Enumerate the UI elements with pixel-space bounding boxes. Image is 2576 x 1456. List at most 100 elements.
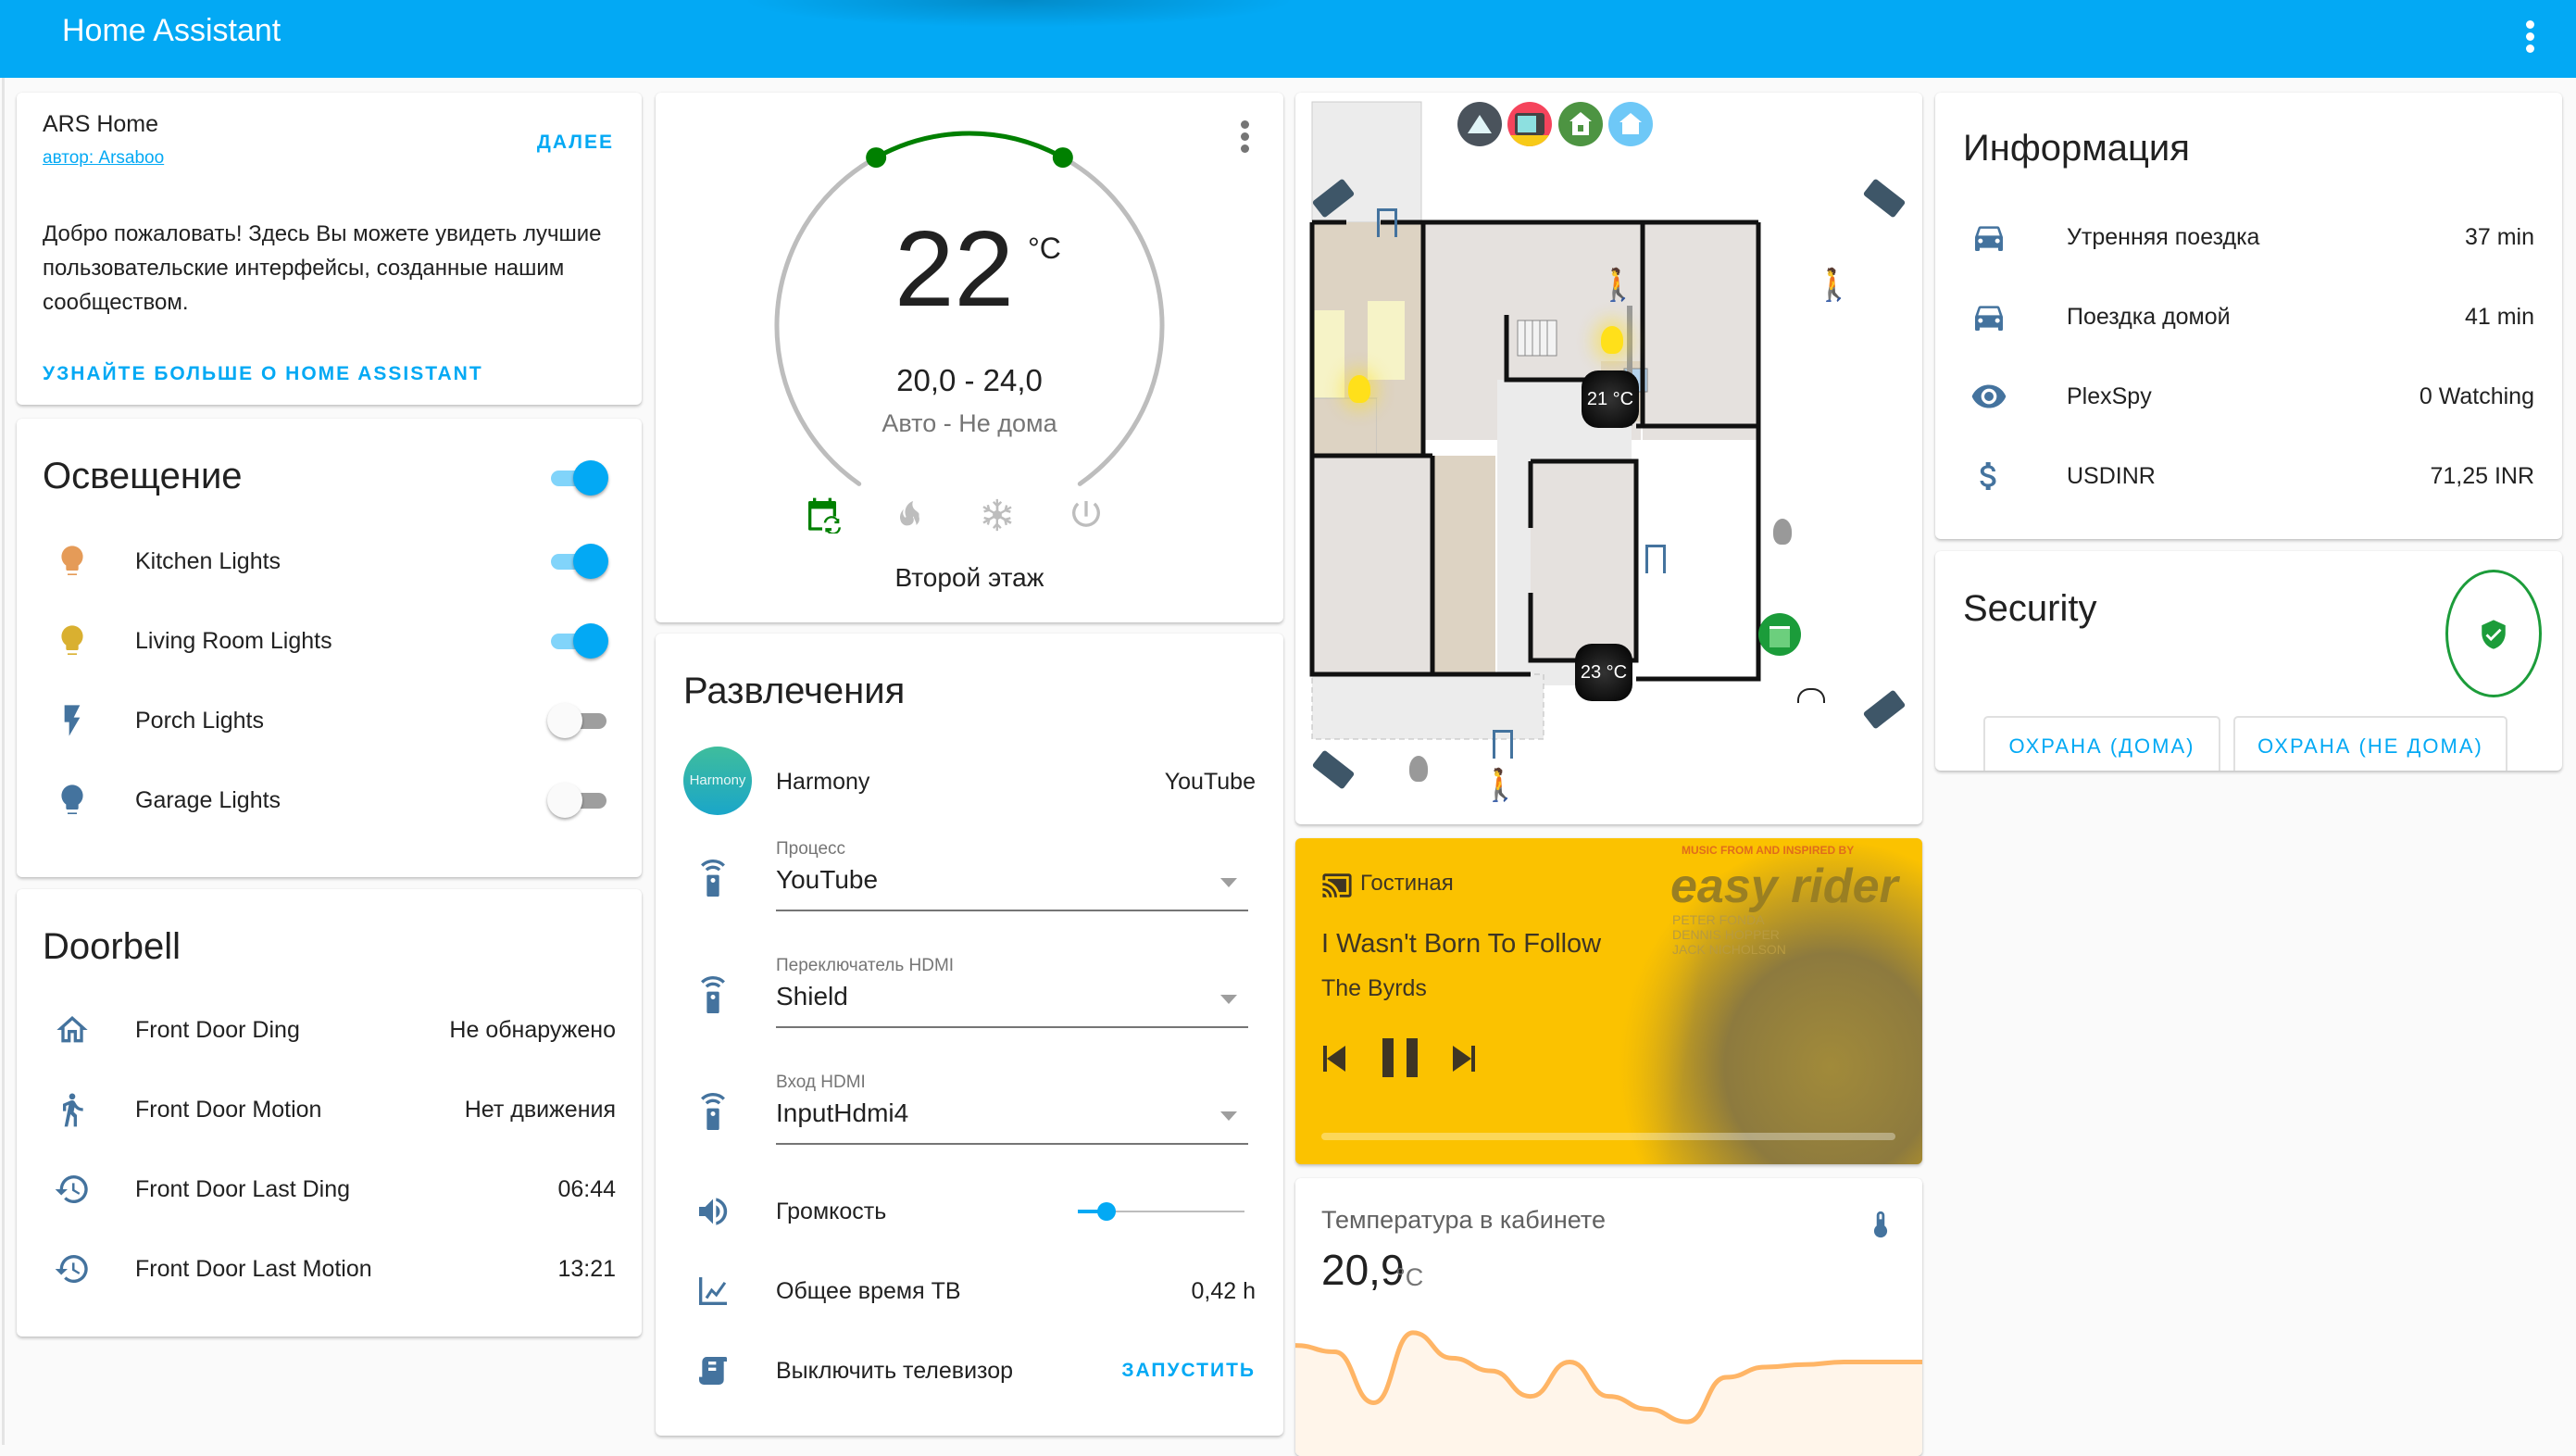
lightbulb-on-icon[interactable] — [1601, 326, 1623, 354]
alarm-state-badge[interactable] — [2445, 570, 2542, 697]
light-name: Kitchen Lights — [135, 548, 281, 574]
history-icon — [55, 1174, 88, 1203]
lock-open-home-icon[interactable] — [1558, 102, 1603, 146]
input-select[interactable]: Переключатель HDMI Shield — [776, 956, 1248, 1028]
light-row[interactable]: Porch Lights — [17, 693, 642, 748]
sensor-graph — [1295, 1330, 1922, 1456]
app-header: Home Assistant — [0, 0, 2576, 78]
walk-icon — [63, 1093, 83, 1127]
light-row[interactable]: Garage Lights — [17, 772, 642, 828]
select-label: Вход HDMI — [776, 1073, 866, 1092]
light-toggle[interactable] — [547, 622, 608, 659]
album-art: MUSIC FROM AND INSPIRED BY easy rider PE… — [1617, 838, 1922, 1164]
light-toggle[interactable] — [547, 702, 608, 739]
select-row: Переключатель HDMI Shield — [656, 956, 1283, 1030]
harmony-state: YouTube — [1164, 769, 1256, 795]
temperature-unit: °C — [1028, 232, 1061, 265]
power-icon[interactable] — [1068, 496, 1105, 533]
light-row[interactable]: Living Room Lights — [17, 613, 642, 669]
lights-master-toggle[interactable] — [547, 459, 608, 496]
walk-icon[interactable]: 🚶 — [1598, 267, 1637, 304]
thermostat-name: Второй этаж — [894, 563, 1044, 592]
media-player-card: MUSIC FROM AND INSPIRED BY easy rider PE… — [1295, 838, 1922, 1164]
doorbell-entity-state: Не обнаружено — [449, 1017, 616, 1043]
lightbulb-off-icon[interactable] — [1773, 519, 1792, 545]
next-button[interactable]: ДАЛЕЕ — [537, 132, 614, 154]
welcome-card: ARS Home автор: Arsaboo ДАЛЕЕ Добро пожа… — [17, 93, 642, 405]
doorbell-entity-state: 06:44 — [557, 1176, 616, 1202]
doorbell-row[interactable]: Front Door Ding Не обнаружено — [17, 1002, 642, 1058]
info-row[interactable]: PlexSpy 0 Watching — [1935, 369, 2562, 424]
fire-icon[interactable] — [892, 496, 929, 533]
learn-more-button[interactable]: УЗНАЙТЕ БОЛЬШЕ О HOME ASSISTANT — [43, 363, 483, 385]
info-row[interactable]: USDINR 71,25 INR — [1935, 448, 2562, 504]
info-title: Информация — [1963, 128, 2190, 169]
hvac-mode: Авто - Не дома — [882, 409, 1057, 437]
counter — [1312, 310, 1344, 403]
pantry — [1311, 397, 1378, 455]
skip-next-icon[interactable] — [1453, 1046, 1475, 1072]
arm-away-button[interactable]: ОХРАНА (НЕ ДОМА) — [2233, 716, 2507, 771]
cast-connected-icon[interactable] — [1321, 870, 1353, 901]
media-source: Гостиная — [1360, 871, 1454, 896]
door-icon[interactable] — [1493, 730, 1513, 759]
garage-icon[interactable] — [1758, 613, 1801, 656]
doorbell-entity-name: Front Door Ding — [135, 1017, 300, 1043]
target-range: 20,0 - 24,0 — [896, 363, 1043, 397]
home-outline-icon — [56, 1016, 88, 1043]
target-low-handle[interactable] — [866, 147, 887, 169]
input-select[interactable]: Процесс YouTube — [776, 839, 1248, 911]
lightbulb-off-icon[interactable] — [1409, 756, 1428, 782]
door-icon[interactable] — [1377, 208, 1397, 237]
home-wifi-icon[interactable] — [1608, 102, 1653, 146]
floorplan-card: 🚶 🚶 🚶 21 °C 23 °C — [1295, 93, 1922, 824]
volume-slider[interactable] — [1078, 1202, 1244, 1221]
tv-icon[interactable] — [1507, 102, 1552, 146]
doorbell-entity-name: Front Door Last Ding — [135, 1176, 351, 1202]
info-entity-name: Поездка домой — [2067, 304, 2231, 330]
arm-home-button[interactable]: ОХРАНА (ДОМА) — [1983, 716, 2220, 771]
track-artist: The Byrds — [1321, 975, 1427, 1001]
alexa-icon[interactable] — [1457, 102, 1502, 146]
pause-icon[interactable] — [1382, 1038, 1419, 1077]
thermostat-badge[interactable]: 23 °C — [1575, 644, 1632, 701]
walk-icon[interactable]: 🚶 — [1814, 267, 1853, 304]
office — [1312, 456, 1432, 673]
info-row[interactable]: Поездка домой 41 min — [1935, 289, 2562, 345]
thermostat-badge[interactable]: 21 °C — [1582, 370, 1639, 428]
harmony-avatar: Harmony — [683, 747, 752, 815]
author-link[interactable]: автор: Arsaboo — [43, 148, 164, 169]
walk-icon[interactable]: 🚶 — [1481, 767, 1519, 804]
calendar-sync-icon[interactable] — [804, 496, 841, 533]
dots-vertical-icon[interactable] — [2520, 17, 2539, 59]
skip-previous-icon[interactable] — [1323, 1046, 1345, 1072]
harmony-name: Harmony — [776, 769, 870, 795]
dome-camera-icon[interactable] — [1797, 688, 1825, 703]
dots-vertical-icon[interactable] — [1241, 120, 1250, 153]
harmony-row[interactable]: Harmony Harmony YouTube — [656, 747, 1283, 815]
doorbell-entity-state: Нет движения — [464, 1097, 616, 1123]
run-script-button[interactable]: ЗАПУСТИТЬ — [1121, 1360, 1256, 1382]
media-progress-bar[interactable] — [1321, 1133, 1895, 1140]
target-high-handle[interactable] — [1052, 147, 1073, 169]
tv-off-label: Выключить телевизор — [776, 1358, 1014, 1384]
doorbell-row[interactable]: Front Door Last Motion 13:21 — [17, 1241, 642, 1297]
lightbulb-on-icon[interactable] — [1348, 375, 1370, 403]
door-icon[interactable] — [1645, 545, 1666, 573]
entertainment-card: Развлечения Harmony Harmony YouTube Проц… — [656, 634, 1283, 1436]
light-toggle[interactable] — [547, 782, 608, 819]
doorbell-card: Doorbell Front Door Ding Не обнаружено Fro… — [17, 889, 642, 1337]
doorbell-row[interactable]: Front Door Motion Нет движения — [17, 1082, 642, 1137]
input-select[interactable]: Вход HDMI InputHdmi4 — [776, 1073, 1248, 1145]
light-toggle[interactable] — [547, 543, 608, 580]
select-label: Переключатель HDMI — [776, 956, 955, 975]
floorplan — [1309, 101, 1761, 740]
snowflake-icon[interactable] — [980, 496, 1017, 533]
info-row[interactable]: Утренняя поездка 37 min — [1935, 209, 2562, 265]
info-entity-state: 0 Watching — [2419, 383, 2534, 409]
thermostat-dial[interactable] — [656, 93, 1283, 622]
doorbell-entity-state: 13:21 — [557, 1256, 616, 1282]
doorbell-row[interactable]: Front Door Last Ding 06:44 — [17, 1161, 642, 1217]
light-row[interactable]: Kitchen Lights — [17, 533, 642, 589]
light-name: Living Room Lights — [135, 628, 332, 654]
